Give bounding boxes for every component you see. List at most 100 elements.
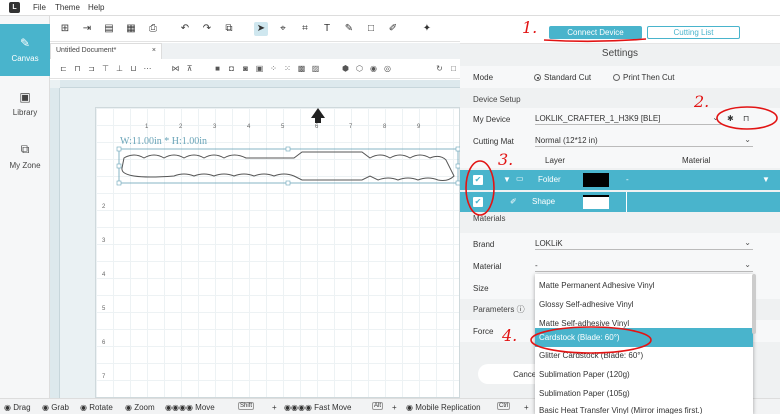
mat-ruler-left: 2 3 4 5 6 7 [96,138,108,398]
align-bottom-icon[interactable]: ⊔ [128,63,139,74]
tab-title: Untitled Document* [56,47,117,54]
flip-vertical-icon[interactable]: ⊼ [184,63,195,74]
folder-icon: ▭ [516,174,524,183]
sidebar-item-my-zone[interactable]: ⧉ My Zone [0,130,50,182]
annotation-circle-device [716,106,778,130]
annotation-2: 2. [694,92,710,111]
layer-up-icon[interactable]: ⬢ [340,63,351,74]
mode-row: Mode Standard Cut Print Then Cut [460,66,780,88]
brand-row: Brand LOKLiK ⌄ [460,233,780,255]
save-icon[interactable]: ▤ [102,22,116,36]
cutting-mat-select[interactable]: Normal (12*12 in) ⌄ [535,134,753,147]
ruler-tick: 2 [102,204,106,210]
material-select[interactable]: - ⌄ [535,259,753,272]
align-middle-icon[interactable]: ⊥ [114,63,125,74]
annotation-circle-checkboxes [465,160,495,216]
node-edit-icon[interactable]: ⌖ [276,22,290,36]
layer-down-icon[interactable]: ⬡ [354,63,365,74]
dropdown-scrollbar[interactable] [752,274,756,334]
fast-move-hint: ◉◉◉◉ Fast Move [284,403,352,412]
my-device-select[interactable]: LOKLIK_CRAFTER_1_H3K9 [BLE] ⌄ [535,112,721,125]
layer-row-shape[interactable]: ✔ ✐ Shape [460,192,780,212]
annotation-1: 1. [522,18,538,37]
text-tool-icon[interactable]: T [320,22,334,36]
mobile-replication-hint: ◉ Mobile Replication [406,403,481,412]
cutting-mat-label: Cutting Mat [473,137,514,146]
menu-theme[interactable]: Theme [55,3,80,12]
material-option[interactable]: Matte Permanent Adhesive Vinyl [535,276,753,295]
selected-shape[interactable] [116,146,461,186]
align-top-icon[interactable]: ⊤ [100,63,111,74]
menu-file[interactable]: File [33,3,46,12]
exclude-icon[interactable]: ▣ [254,63,265,74]
brand-select[interactable]: LOKLiK ⌄ [535,237,753,250]
layer-row-folder[interactable]: ✔ ▼ ▭ Folder - ▼ [460,170,780,190]
sidebar-item-library[interactable]: ▣ Library [0,78,50,130]
layer-top-icon[interactable]: ◉ [368,63,379,74]
weld-icon[interactable]: ■ [212,63,223,74]
save-as-icon[interactable]: ▦ [124,22,138,36]
cutting-list-button[interactable]: Cutting List [647,26,740,39]
group-icon[interactable]: ⁘ [268,63,279,74]
tab-untitled-document[interactable]: Untitled Document* × [50,43,162,59]
menu-help[interactable]: Help [88,3,104,12]
layer-material[interactable]: - [626,175,629,184]
plus-sign: + [272,403,277,412]
select-tool-icon[interactable]: ➤ [254,22,268,36]
material-option[interactable]: Basic Heat Transfer Vinyl (Mirror images… [535,401,753,414]
layer-bottom-icon[interactable]: ◎ [382,63,393,74]
layer-name: Folder [538,175,561,184]
detach-icon[interactable]: ▨ [310,63,321,74]
attach-icon[interactable]: ▩ [296,63,307,74]
close-icon[interactable]: × [152,47,156,54]
material-option[interactable]: Glossy Self-adhesive Vinyl [535,295,753,314]
distribute-h-icon[interactable]: ⋯ [142,63,153,74]
help-icon[interactable]: ⓘ [517,305,525,314]
annotation-4: 4. [502,326,518,345]
annotation-underline [543,38,647,43]
subtract-icon[interactable]: ◘ [226,63,237,74]
crop-icon[interactable]: ⌗ [298,22,312,36]
chevron-down-icon[interactable]: ▼ [762,175,770,184]
new-file-icon[interactable]: ⊞ [58,22,72,36]
copy-icon[interactable]: ⧉ [222,22,236,36]
redo-icon[interactable]: ↷ [200,22,214,36]
brush-tool-icon[interactable]: ✐ [386,22,400,36]
ruler-tick: 2 [179,124,183,130]
ruler-tick: 9 [417,124,421,130]
ruler-tick: 4 [247,124,251,130]
ungroup-icon[interactable]: ⁙ [282,63,293,74]
align-left-icon[interactable]: ⊏ [58,63,69,74]
print-icon[interactable]: ⎙ [146,22,160,36]
ctrl-key: Ctrl [497,402,511,410]
shape-icon: ✐ [510,197,517,206]
mode-standard-radio[interactable]: Standard Cut [534,73,591,82]
rectangle-tool-icon[interactable]: □ [364,22,378,36]
annotation-3: 3. [498,150,514,169]
fit-icon[interactable]: □ [448,63,459,74]
layer-color-swatch[interactable] [583,173,609,187]
ruler-left [50,88,60,398]
chevron-down-icon: ⌄ [744,260,751,269]
material-option[interactable]: Sublimation Paper (120g) [535,365,753,384]
mode-print-radio[interactable]: Print Then Cut [613,73,674,82]
align-right-icon[interactable]: ⊐ [86,63,97,74]
expand-icon[interactable]: ▼ [503,175,511,184]
brand-label: Brand [473,240,495,249]
pen-tool-icon[interactable]: ✎ [342,22,356,36]
chevron-down-icon: ⌄ [744,238,751,247]
favorite-icon[interactable]: ✦ [420,22,434,36]
plus-sign: + [392,403,397,412]
align-center-icon[interactable]: ⊓ [72,63,83,74]
material-label: Material [473,262,502,271]
sidebar-item-label: My Zone [9,161,41,170]
refresh-icon[interactable]: ↻ [434,63,445,74]
flip-horizontal-icon[interactable]: ⋈ [170,63,181,74]
force-label: Force [473,327,494,336]
import-icon[interactable]: ⇥ [80,22,94,36]
ruler-top [60,80,460,88]
intersect-icon[interactable]: ◙ [240,63,251,74]
sidebar-item-canvas[interactable]: ✎ Canvas [0,24,50,76]
ruler-tick: 5 [281,124,285,130]
undo-icon[interactable]: ↶ [178,22,192,36]
